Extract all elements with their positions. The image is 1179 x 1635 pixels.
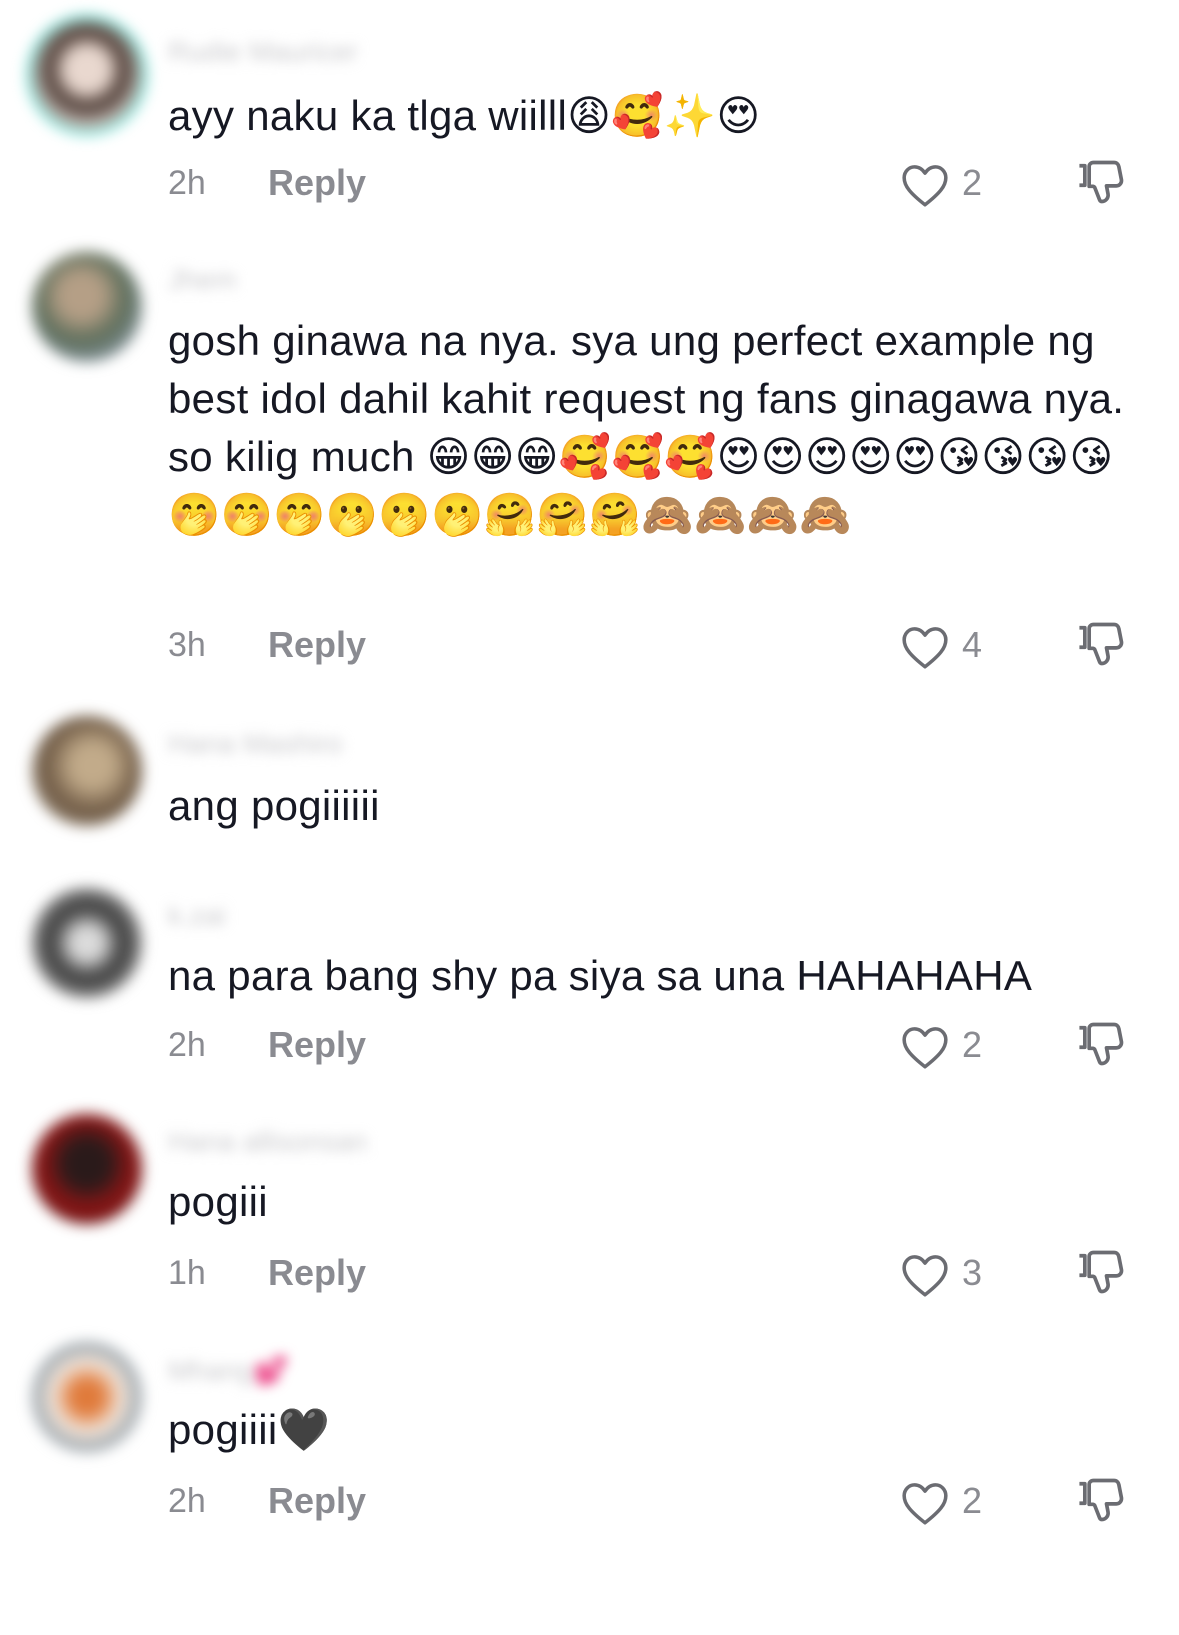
avatar[interactable] — [32, 888, 142, 998]
avatar[interactable] — [32, 1114, 142, 1224]
comment-time: 2h — [168, 164, 206, 202]
avatar[interactable] — [32, 252, 142, 362]
comment-text: ayy naku ka tlga wiilll😩🥰✨😍 — [168, 92, 761, 139]
username[interactable]: Mhang💕 — [168, 1354, 288, 1386]
like-count: 4 — [962, 624, 983, 665]
comment-text: ang pogiiiiii — [168, 782, 380, 829]
thumbs-down-icon[interactable] — [1074, 1474, 1126, 1526]
comment-text: gosh ginawa na nya. sya ung perfect exam… — [168, 317, 1125, 538]
comment-time: 3h — [168, 626, 206, 664]
reply-button[interactable]: Reply — [268, 1252, 366, 1294]
heart-outline-icon[interactable] — [900, 162, 950, 208]
comment-time: 2h — [168, 1026, 206, 1064]
username[interactable]: Hana Mashiro — [168, 728, 342, 759]
username[interactable]: Hana allisonsan — [168, 1126, 367, 1157]
avatar[interactable] — [32, 716, 142, 826]
reply-button[interactable]: Reply — [268, 162, 366, 204]
heart-outline-icon[interactable] — [900, 1024, 950, 1070]
username[interactable]: k.zai — [168, 900, 226, 931]
like-count: 2 — [962, 162, 983, 203]
comment-text: pogiiii🖤 — [168, 1406, 331, 1453]
like-count: 3 — [962, 1252, 983, 1293]
heart-outline-icon[interactable] — [900, 1480, 950, 1526]
username[interactable]: Rudie Mauricer — [168, 36, 358, 67]
comment-time: 2h — [168, 1482, 206, 1520]
comment-text: pogiii — [168, 1178, 268, 1225]
reply-button[interactable]: Reply — [268, 624, 366, 666]
avatar[interactable] — [32, 20, 142, 130]
thumbs-down-icon[interactable] — [1074, 618, 1126, 670]
heart-outline-icon[interactable] — [900, 624, 950, 670]
thumbs-down-icon[interactable] — [1074, 1018, 1126, 1070]
reply-button[interactable]: Reply — [268, 1024, 366, 1066]
avatar[interactable] — [32, 1342, 142, 1452]
like-count: 2 — [962, 1480, 983, 1521]
username[interactable]: Jhem — [168, 264, 236, 295]
like-count: 2 — [962, 1024, 983, 1065]
comment-time: 1h — [168, 1254, 206, 1292]
reply-button[interactable]: Reply — [268, 1480, 366, 1522]
thumbs-down-icon[interactable] — [1074, 1246, 1126, 1298]
heart-outline-icon[interactable] — [900, 1252, 950, 1298]
thumbs-down-icon[interactable] — [1074, 156, 1126, 208]
comment-text: na para bang shy pa siya sa una HAHAHAHA — [168, 952, 1033, 999]
